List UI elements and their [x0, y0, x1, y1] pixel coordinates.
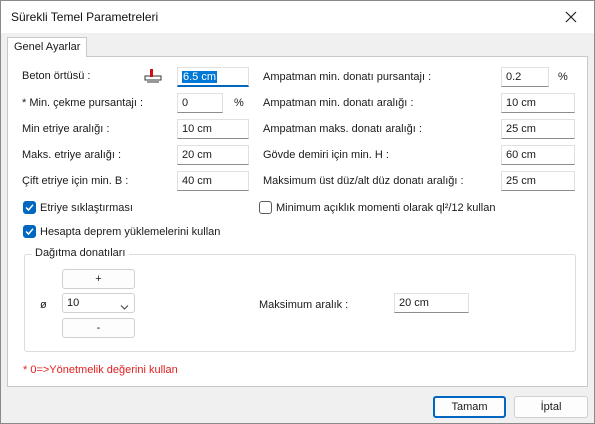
maks-etriye-value: 20 cm: [182, 149, 212, 161]
phi-symbol: ø: [40, 299, 47, 311]
tab-label: Genel Ayarlar: [14, 41, 81, 53]
plus-label: +: [95, 273, 102, 285]
govde-demiri-value: 60 cm: [506, 149, 536, 161]
min-etriye-label: Min etriye aralığı :: [22, 123, 110, 135]
beton-ortusu-input[interactable]: 6.5 cm: [177, 67, 249, 87]
govde-demiri-label: Gövde demiri için min. H :: [263, 149, 389, 161]
ok-button-label: Tamam: [451, 401, 488, 413]
min-etriye-value: 10 cm: [182, 123, 212, 135]
min-cekme-input[interactable]: 0: [177, 93, 223, 113]
maks-etriye-label: Maks. etriye aralığı :: [22, 149, 122, 161]
maks-ust-alt-value: 25 cm: [506, 175, 536, 187]
dagitma-group-title: Dağıtma donatıları: [32, 247, 129, 259]
title-bar: Sürekli Temel Parametreleri: [1, 1, 594, 33]
close-button[interactable]: [548, 1, 594, 33]
ampatman-min-pursantaj-label: Ampatman min. donatı pursantajı :: [263, 71, 432, 83]
ampatman-min-aralik-value: 10 cm: [506, 97, 536, 109]
ampatman-min-pursantaj-value: 0.2: [506, 71, 522, 83]
maks-ust-alt-label: Maksimum üst düz/alt düz donatı aralığı …: [263, 175, 464, 187]
min-cekme-value: 0: [182, 97, 189, 109]
diameter-value: 10: [67, 297, 80, 309]
checkmark-icon: [25, 204, 34, 212]
cancel-button[interactable]: İptal: [514, 396, 588, 418]
beton-ortusu-label: Beton örtüsü :: [22, 70, 91, 82]
cover-diagram-icon[interactable]: [144, 67, 162, 85]
maks-aralik-value: 20 cm: [399, 297, 429, 309]
ampatman-min-aralik-label: Ampatman min. donatı aralığı :: [263, 97, 414, 109]
cancel-button-label: İptal: [540, 401, 562, 413]
diameter-increase-button[interactable]: +: [62, 269, 135, 289]
cift-etriye-label: Çift etriye için min. B :: [22, 175, 129, 187]
checkmark-icon: [25, 228, 34, 236]
minus-label: -: [96, 322, 101, 334]
dialog-window: Sürekli Temel Parametreleri Genel Ayarla…: [0, 0, 595, 424]
diameter-select[interactable]: 10: [62, 293, 135, 313]
maks-ust-alt-input[interactable]: 25 cm: [501, 171, 575, 191]
deprem-yuk-checkbox[interactable]: [23, 225, 36, 238]
maks-etriye-input[interactable]: 20 cm: [177, 145, 249, 165]
ampatman-min-aralik-input[interactable]: 10 cm: [501, 93, 575, 113]
cift-etriye-value: 40 cm: [182, 175, 212, 187]
ampatman-min-pursantaj-input[interactable]: 0.2: [501, 67, 549, 87]
ampatman-maks-aralik-label: Ampatman maks. donatı aralığı :: [263, 123, 422, 135]
ampatman-maks-aralik-input[interactable]: 25 cm: [501, 119, 575, 139]
tab-genel-ayarlar[interactable]: Genel Ayarlar: [7, 37, 88, 57]
cift-etriye-input[interactable]: 40 cm: [177, 171, 249, 191]
minimum-aciklik-checkbox[interactable]: [259, 201, 272, 214]
tab-panel: Beton örtüsü : 6.5 cm * Min. çekme pursa…: [7, 56, 588, 387]
close-icon: [565, 11, 577, 23]
maks-aralik-label: Maksimum aralık :: [259, 299, 349, 311]
etriye-siklastirmasi-checkbox[interactable]: [23, 201, 36, 214]
govde-demiri-input[interactable]: 60 cm: [501, 145, 575, 165]
ok-button[interactable]: Tamam: [433, 396, 506, 418]
min-etriye-input[interactable]: 10 cm: [177, 119, 249, 139]
min-cekme-unit: %: [234, 97, 244, 109]
ampatman-maks-aralik-value: 25 cm: [506, 123, 536, 135]
ampatman-min-pursantaj-unit: %: [558, 71, 568, 83]
minimum-aciklik-label[interactable]: Minimum açıklık momenti olarak ql²/12 ku…: [276, 202, 495, 214]
window-title: Sürekli Temel Parametreleri: [11, 10, 159, 24]
etriye-siklastirmasi-label[interactable]: Etriye sıklaştırması: [40, 202, 133, 214]
min-cekme-label: * Min. çekme pursantajı :: [22, 97, 144, 109]
diameter-decrease-button[interactable]: -: [62, 318, 135, 338]
beton-ortusu-value: 6.5 cm: [182, 71, 218, 83]
chevron-down-icon: [120, 299, 129, 317]
deprem-yuk-label[interactable]: Hesapta deprem yüklemelerini kullan: [40, 226, 220, 238]
default-value-note: * 0=>Yönetmelik değerini kullan: [23, 364, 178, 376]
maks-aralik-input[interactable]: 20 cm: [394, 293, 469, 313]
